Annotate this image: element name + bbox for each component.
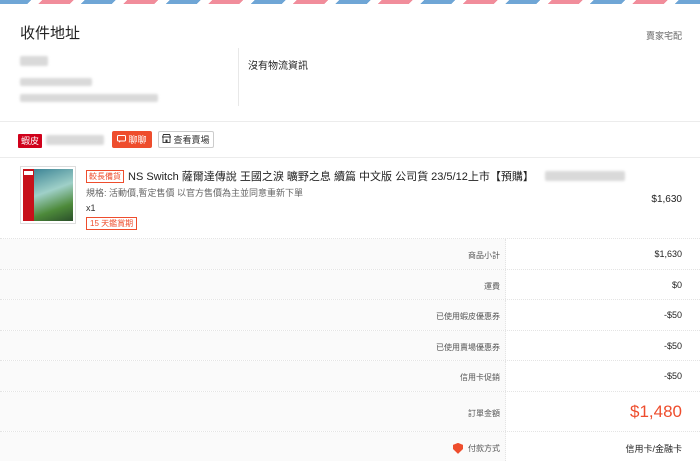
section-divider [0,121,700,122]
summary-label-cell [0,269,506,299]
chat-button[interactable]: 聊聊 [112,131,152,148]
logistics-status: 沒有物流資訊 [248,61,308,72]
product-name-row[interactable]: 較長備貨 NS Switch 薩爾達傳說 王國之淚 曠野之息 續篇 中文版 公司… [86,169,534,183]
view-shop-label: 查看賣場 [173,135,210,145]
summary-label: 運費 [484,281,500,291]
view-shop-button[interactable]: 查看賣場 [158,131,214,148]
redacted-shop-name[interactable] [46,135,104,145]
address-title: 收件地址 [20,25,81,42]
shop-header: 蝦皮 [18,132,43,149]
payment-method-label-wrap: 付款方式 [453,442,500,454]
long-prep-tag: 較長備貨 [86,169,124,183]
summary-label-cell [0,361,506,391]
payment-method-value: 信用卡/金融卡 [625,443,682,454]
chat-button-label: 聊聊 [128,135,147,145]
summary-label-cell [0,239,506,269]
section-divider [0,157,700,158]
redacted-phone [20,78,92,86]
summary-value: $0 [671,279,682,290]
product-name[interactable]: NS Switch 薩爾達傳說 王國之淚 曠野之息 續篇 中文版 公司貨 23/… [128,168,534,184]
switch-logo [24,171,33,175]
summary-row-total: 訂單金額 $1,480 [0,390,700,431]
chat-icon [117,134,127,145]
summary-label: 已使用賣場優惠券 [436,342,500,352]
payment-method-label: 付款方式 [468,443,500,453]
redacted-recipient-name [20,56,48,66]
order-total-value: $1,480 [630,401,682,421]
order-total-label: 訂單金額 [468,408,500,418]
address-divider [238,48,239,106]
summary-label-cell [0,300,506,330]
return-period-tag: 15 天鑑賞期 [86,217,138,230]
summary-label: 已使用蝦皮優惠券 [436,312,500,321]
summary-value: -$50 [663,340,682,351]
preferred-badge: 蝦皮 [18,133,43,148]
product-thumbnail[interactable] [20,166,76,224]
summary-row-shop-voucher: 已使用賣場優惠券 -$50 [0,329,700,360]
summary-value: $1,630 [654,249,682,259]
redacted-address [20,94,158,102]
summary-row-subtotal: 商品小計 $1,630 [0,238,700,269]
cover-red-band [23,169,34,221]
summary-row-shipping: 運費 $0 [0,268,700,299]
product-price: $1,630 [651,194,682,205]
summary-value: -$50 [663,371,682,381]
summary-label: 信用卡促銷 [460,373,500,382]
shop-icon [162,134,172,145]
redacted-product-suffix [545,171,625,181]
shipping-provider: 賣家宅配 [645,31,682,41]
product-quantity: x1 [86,203,96,213]
product-spec: 規格: 活動價,暫定售價 以官方售價為主並同意重新下單 [86,188,304,198]
summary-row-platform-voucher: 已使用蝦皮優惠券 -$50 [0,299,700,330]
summary-row-payment: 付款方式 信用卡/金融卡 [0,430,700,461]
payment-shield-icon [453,442,463,454]
summary-label: 商品小計 [468,251,500,260]
summary-label-cell [0,391,506,431]
summary-row-card-promo: 信用卡促銷 -$50 [0,360,700,391]
summary-label-cell [0,431,506,461]
envelope-stripe [0,0,700,4]
order-summary: 商品小計 $1,630 運費 $0 已使用蝦皮優惠券 -$50 已使用賣場優惠券… [0,238,700,461]
summary-label-cell [0,330,506,360]
summary-value: -$50 [663,310,682,320]
